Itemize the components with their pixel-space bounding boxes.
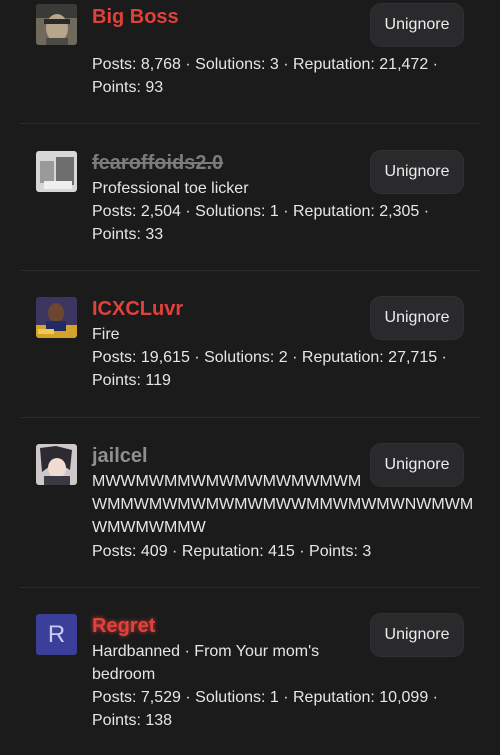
- user-avatar[interactable]: [36, 297, 77, 338]
- username-link[interactable]: Big Boss: [92, 5, 179, 29]
- ignored-users-list: Big Boss Unignore Posts: 8,768 · Solutio…: [0, 0, 500, 755]
- username-link[interactable]: Regret: [92, 614, 155, 638]
- user-tagline: WMMWMWMWMWMWMWWMMWMWMWNWMWM: [92, 496, 474, 513]
- divider: [20, 270, 480, 271]
- unignore-button[interactable]: Unignore: [370, 3, 464, 47]
- user-stats: Posts: 19,615 · Solutions: 2 · Reputatio…: [92, 349, 447, 366]
- user-stats: Posts: 2,504 · Solutions: 1 · Reputation…: [92, 203, 430, 220]
- avatar-image: [36, 297, 77, 338]
- avatar-image: [36, 444, 77, 485]
- user-tagline: Professional toe licker: [92, 180, 249, 197]
- username-link[interactable]: fearoffoids2.0: [92, 151, 223, 175]
- user-points: Points: 119: [92, 372, 171, 389]
- user-stats: Posts: 7,529 · Solutions: 1 · Reputation…: [92, 689, 438, 706]
- user-stats: Posts: 8,768 · Solutions: 3 · Reputation…: [92, 56, 438, 73]
- user-tagline: Fire: [92, 326, 120, 343]
- user-points: Points: 33: [92, 226, 164, 243]
- divider: [20, 587, 480, 588]
- user-tagline: Hardbanned · From Your mom's: [92, 643, 320, 660]
- divider: [20, 123, 480, 124]
- user-avatar[interactable]: [36, 444, 77, 485]
- user-tagline: WMWMWMMW: [92, 519, 206, 536]
- avatar-image: [36, 151, 77, 192]
- user-points: Points: 138: [92, 712, 173, 729]
- user-avatar[interactable]: [36, 4, 77, 45]
- user-avatar[interactable]: R: [36, 614, 77, 655]
- username-link[interactable]: ICXCLuvr: [92, 297, 183, 321]
- username-link[interactable]: jailcel: [92, 444, 148, 468]
- avatar-image: [36, 4, 77, 45]
- user-tagline: bedroom: [92, 666, 156, 683]
- user-points: Points: 93: [92, 79, 164, 96]
- user-avatar[interactable]: [36, 151, 77, 192]
- user-tagline: MWWMWMMWMWMWMWMWMWM: [92, 473, 362, 490]
- user-stats: Posts: 409 · Reputation: 415 · Points: 3: [92, 543, 372, 560]
- divider: [20, 417, 480, 418]
